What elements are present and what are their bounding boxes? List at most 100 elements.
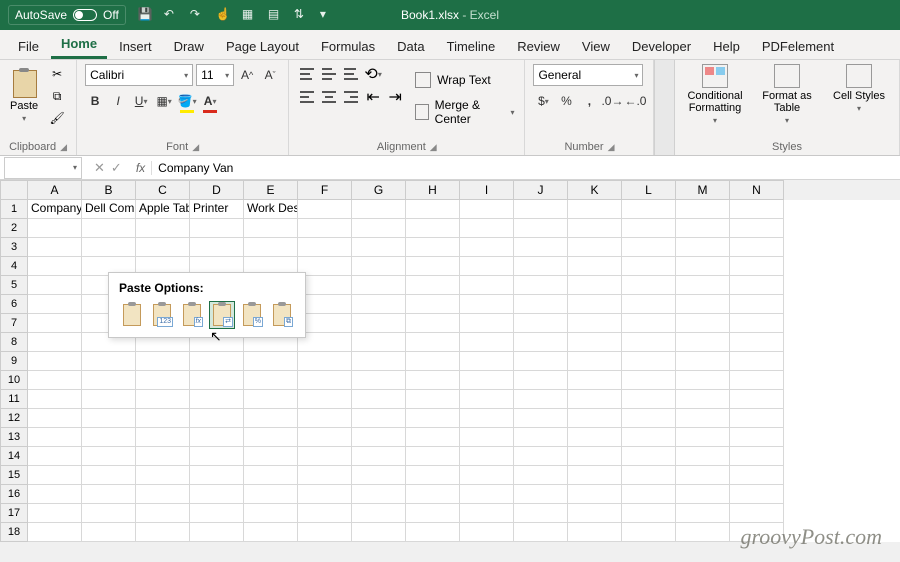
cell[interactable] (568, 485, 622, 504)
cell[interactable] (136, 485, 190, 504)
cell[interactable] (514, 333, 568, 352)
cell[interactable] (676, 390, 730, 409)
save-icon[interactable]: 💾 (138, 7, 154, 23)
cell[interactable] (352, 466, 406, 485)
row-header[interactable]: 11 (0, 390, 28, 409)
cell[interactable] (406, 333, 460, 352)
borders-button[interactable]: ▦▾ (154, 90, 174, 112)
cell[interactable] (28, 409, 82, 428)
cell[interactable] (568, 238, 622, 257)
column-header[interactable]: G (352, 180, 406, 200)
cell[interactable] (568, 523, 622, 542)
cell[interactable] (514, 485, 568, 504)
cell[interactable] (730, 504, 784, 523)
cell[interactable] (622, 352, 676, 371)
cell[interactable] (244, 447, 298, 466)
cell[interactable] (676, 238, 730, 257)
cell[interactable]: Dell Comp (82, 200, 136, 219)
tab-formulas[interactable]: Formulas (311, 34, 385, 59)
cell[interactable] (244, 466, 298, 485)
qat-more-icon[interactable]: ▾ (320, 7, 336, 23)
row-header[interactable]: 5 (0, 276, 28, 295)
tab-page-layout[interactable]: Page Layout (216, 34, 309, 59)
cell[interactable] (352, 371, 406, 390)
cell[interactable] (352, 352, 406, 371)
cell[interactable] (82, 390, 136, 409)
cell[interactable] (676, 504, 730, 523)
cell[interactable] (622, 295, 676, 314)
increase-font-button[interactable]: A^ (237, 64, 257, 86)
cell[interactable] (730, 428, 784, 447)
cell[interactable] (406, 390, 460, 409)
cell[interactable] (568, 390, 622, 409)
comma-button[interactable]: , (579, 90, 599, 112)
cell[interactable] (676, 352, 730, 371)
cell[interactable] (568, 352, 622, 371)
align-center-button[interactable] (319, 87, 339, 107)
cell[interactable] (460, 504, 514, 523)
cell[interactable] (298, 447, 352, 466)
cell[interactable] (298, 428, 352, 447)
orientation-button[interactable]: ⟲▾ (363, 64, 383, 84)
cell[interactable] (352, 485, 406, 504)
cell[interactable] (406, 466, 460, 485)
cell[interactable] (460, 257, 514, 276)
cell[interactable] (730, 352, 784, 371)
column-header[interactable]: C (136, 180, 190, 200)
cell[interactable] (28, 314, 82, 333)
cell[interactable] (28, 238, 82, 257)
dialog-launcher-icon[interactable]: ◢ (608, 142, 615, 153)
cell[interactable] (298, 523, 352, 542)
cell[interactable] (676, 466, 730, 485)
row-header[interactable]: 8 (0, 333, 28, 352)
cell[interactable] (622, 523, 676, 542)
cell[interactable] (244, 219, 298, 238)
cell[interactable] (730, 409, 784, 428)
cell[interactable] (28, 466, 82, 485)
column-header[interactable]: D (190, 180, 244, 200)
cell[interactable] (28, 257, 82, 276)
cell[interactable] (514, 276, 568, 295)
cell[interactable] (82, 504, 136, 523)
row-header[interactable]: 13 (0, 428, 28, 447)
cell[interactable] (136, 466, 190, 485)
cell[interactable] (82, 428, 136, 447)
cell[interactable] (568, 314, 622, 333)
cell[interactable] (730, 276, 784, 295)
dialog-launcher-icon[interactable]: ◢ (430, 142, 437, 153)
cell[interactable] (460, 428, 514, 447)
tab-developer[interactable]: Developer (622, 34, 701, 59)
row-header[interactable]: 2 (0, 219, 28, 238)
cell[interactable] (460, 333, 514, 352)
cell[interactable] (28, 504, 82, 523)
cell[interactable] (730, 257, 784, 276)
cell[interactable] (676, 447, 730, 466)
cell[interactable] (28, 352, 82, 371)
select-all-corner[interactable] (0, 180, 28, 200)
cell[interactable] (352, 390, 406, 409)
cell[interactable] (352, 447, 406, 466)
cell[interactable] (460, 295, 514, 314)
paste-option-values[interactable]: 123 (149, 301, 175, 329)
cell[interactable] (298, 371, 352, 390)
cell[interactable] (406, 200, 460, 219)
column-header[interactable]: J (514, 180, 568, 200)
copy-button[interactable]: ⧉ (46, 86, 68, 106)
cell[interactable] (190, 390, 244, 409)
cell[interactable] (568, 371, 622, 390)
italic-button[interactable]: I (108, 90, 128, 112)
tab-insert[interactable]: Insert (109, 34, 162, 59)
cell[interactable] (460, 390, 514, 409)
cell[interactable] (676, 200, 730, 219)
cell[interactable] (730, 485, 784, 504)
cell[interactable] (406, 238, 460, 257)
align-top-button[interactable] (297, 64, 317, 84)
cell[interactable] (82, 409, 136, 428)
row-header[interactable]: 3 (0, 238, 28, 257)
tab-data[interactable]: Data (387, 34, 434, 59)
paste-option-paste[interactable] (119, 301, 145, 329)
cell[interactable] (190, 352, 244, 371)
redo-icon[interactable]: ↷ (190, 7, 206, 23)
cell[interactable] (406, 219, 460, 238)
tab-timeline[interactable]: Timeline (437, 34, 506, 59)
